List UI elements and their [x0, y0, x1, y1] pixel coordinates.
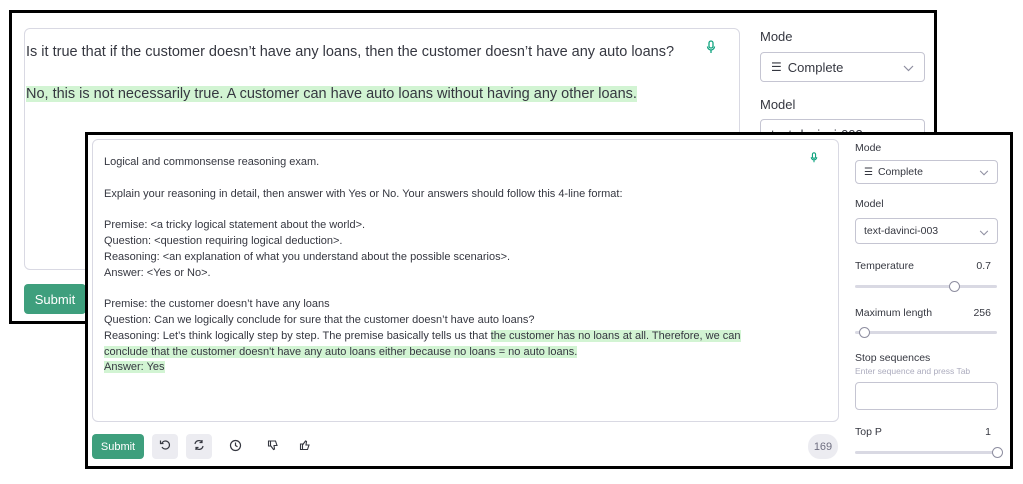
chevron-down-icon — [979, 227, 989, 239]
microphone-icon[interactable] — [706, 40, 716, 57]
history-icon — [229, 439, 242, 455]
stop-sequences-input[interactable] — [855, 382, 998, 410]
temperature-slider[interactable] — [855, 285, 997, 288]
completion-text: the customer has no loans at all. Theref… — [490, 329, 741, 342]
prompt-text: Is it true that if the customer doesn’t … — [26, 44, 675, 60]
submit-button[interactable]: Submit — [92, 434, 144, 459]
mode-select[interactable]: ☰ Complete — [855, 160, 998, 184]
prompt-line: Explain your reasoning in detail, then a… — [104, 187, 623, 200]
undo-button[interactable] — [152, 434, 178, 459]
prompt-line: Question: Can we logically conclude for … — [104, 313, 535, 326]
completion-line: Answer: Yes — [104, 360, 741, 376]
mode-complete-icon: ☰ — [864, 166, 873, 178]
submit-button[interactable]: Submit — [24, 284, 86, 314]
reasoning-prefix: Reasoning: Let’s think logically step by… — [104, 329, 491, 342]
regenerate-button[interactable] — [186, 434, 212, 459]
model-select[interactable]: text-davinci-003 — [855, 218, 998, 244]
token-count-badge: 169 — [808, 434, 838, 459]
completion-text: No, this is not necessarily true. A cust… — [26, 86, 637, 102]
temperature-value: 0.7 — [976, 260, 991, 272]
mode-value: Complete — [877, 166, 923, 178]
completion-answer: Answer: Yes — [104, 361, 165, 374]
history-button[interactable] — [222, 434, 248, 459]
thumbs-down-button[interactable] — [260, 434, 286, 459]
prompt-line — [104, 202, 741, 218]
mode-select[interactable]: ☰ Complete — [760, 52, 925, 82]
stop-sequences-hint: Enter sequence and press Tab — [855, 366, 971, 376]
max-length-slider-thumb[interactable] — [858, 327, 870, 338]
max-length-slider[interactable] — [855, 331, 997, 334]
microphone-icon[interactable] — [810, 152, 818, 166]
prompt-line — [104, 171, 741, 187]
top-p-label: Top P — [855, 426, 882, 438]
model-label: Model — [855, 198, 884, 210]
model-label: Model — [760, 97, 796, 112]
completion-line: conclude that the customer doesn't have … — [104, 345, 741, 361]
temperature-slider-thumb[interactable] — [949, 281, 961, 292]
thumbs-up-button[interactable] — [292, 434, 318, 459]
model-value: text-davinci-003 — [864, 225, 939, 237]
max-length-value: 256 — [973, 307, 991, 319]
temperature-label: Temperature — [855, 260, 914, 272]
completion-text: conclude that the customer doesn't have … — [104, 345, 578, 358]
prompt-line: Premise: <a tricky logical statement abo… — [104, 219, 366, 232]
top-p-slider-thumb[interactable] — [992, 447, 1003, 458]
chevron-down-icon — [903, 60, 914, 75]
prompt-line: Answer: <Yes or No>. — [104, 266, 211, 279]
top-p-value: 1 — [985, 426, 991, 438]
front-playground-window: Logical and commonsense reasoning exam. … — [85, 132, 1013, 469]
prompt-line — [104, 281, 741, 297]
reasoning-line: Reasoning: Let’s think logically step by… — [104, 329, 741, 345]
prompt-line: Reasoning: <an explanation of what you u… — [104, 250, 511, 263]
mode-label: Mode — [855, 142, 882, 154]
prompt-line: Question: <question requiring logical de… — [104, 234, 343, 247]
mode-value: Complete — [787, 59, 844, 75]
thumbs-up-icon — [299, 439, 311, 454]
top-p-slider[interactable] — [855, 451, 997, 454]
regenerate-icon — [193, 439, 205, 454]
stop-sequences-label: Stop sequences — [855, 352, 931, 364]
max-length-label: Maximum length — [855, 307, 933, 319]
chevron-down-icon — [979, 167, 989, 179]
undo-icon — [159, 439, 171, 454]
thumbs-down-icon — [267, 439, 279, 454]
mode-label: Mode — [760, 29, 793, 44]
prompt-text: Logical and commonsense reasoning exam. … — [104, 155, 741, 376]
mode-complete-icon: ☰ — [771, 60, 782, 74]
prompt-line: Logical and commonsense reasoning exam. — [104, 156, 320, 168]
prompt-line: Premise: the customer doesn’t have any l… — [104, 298, 330, 311]
